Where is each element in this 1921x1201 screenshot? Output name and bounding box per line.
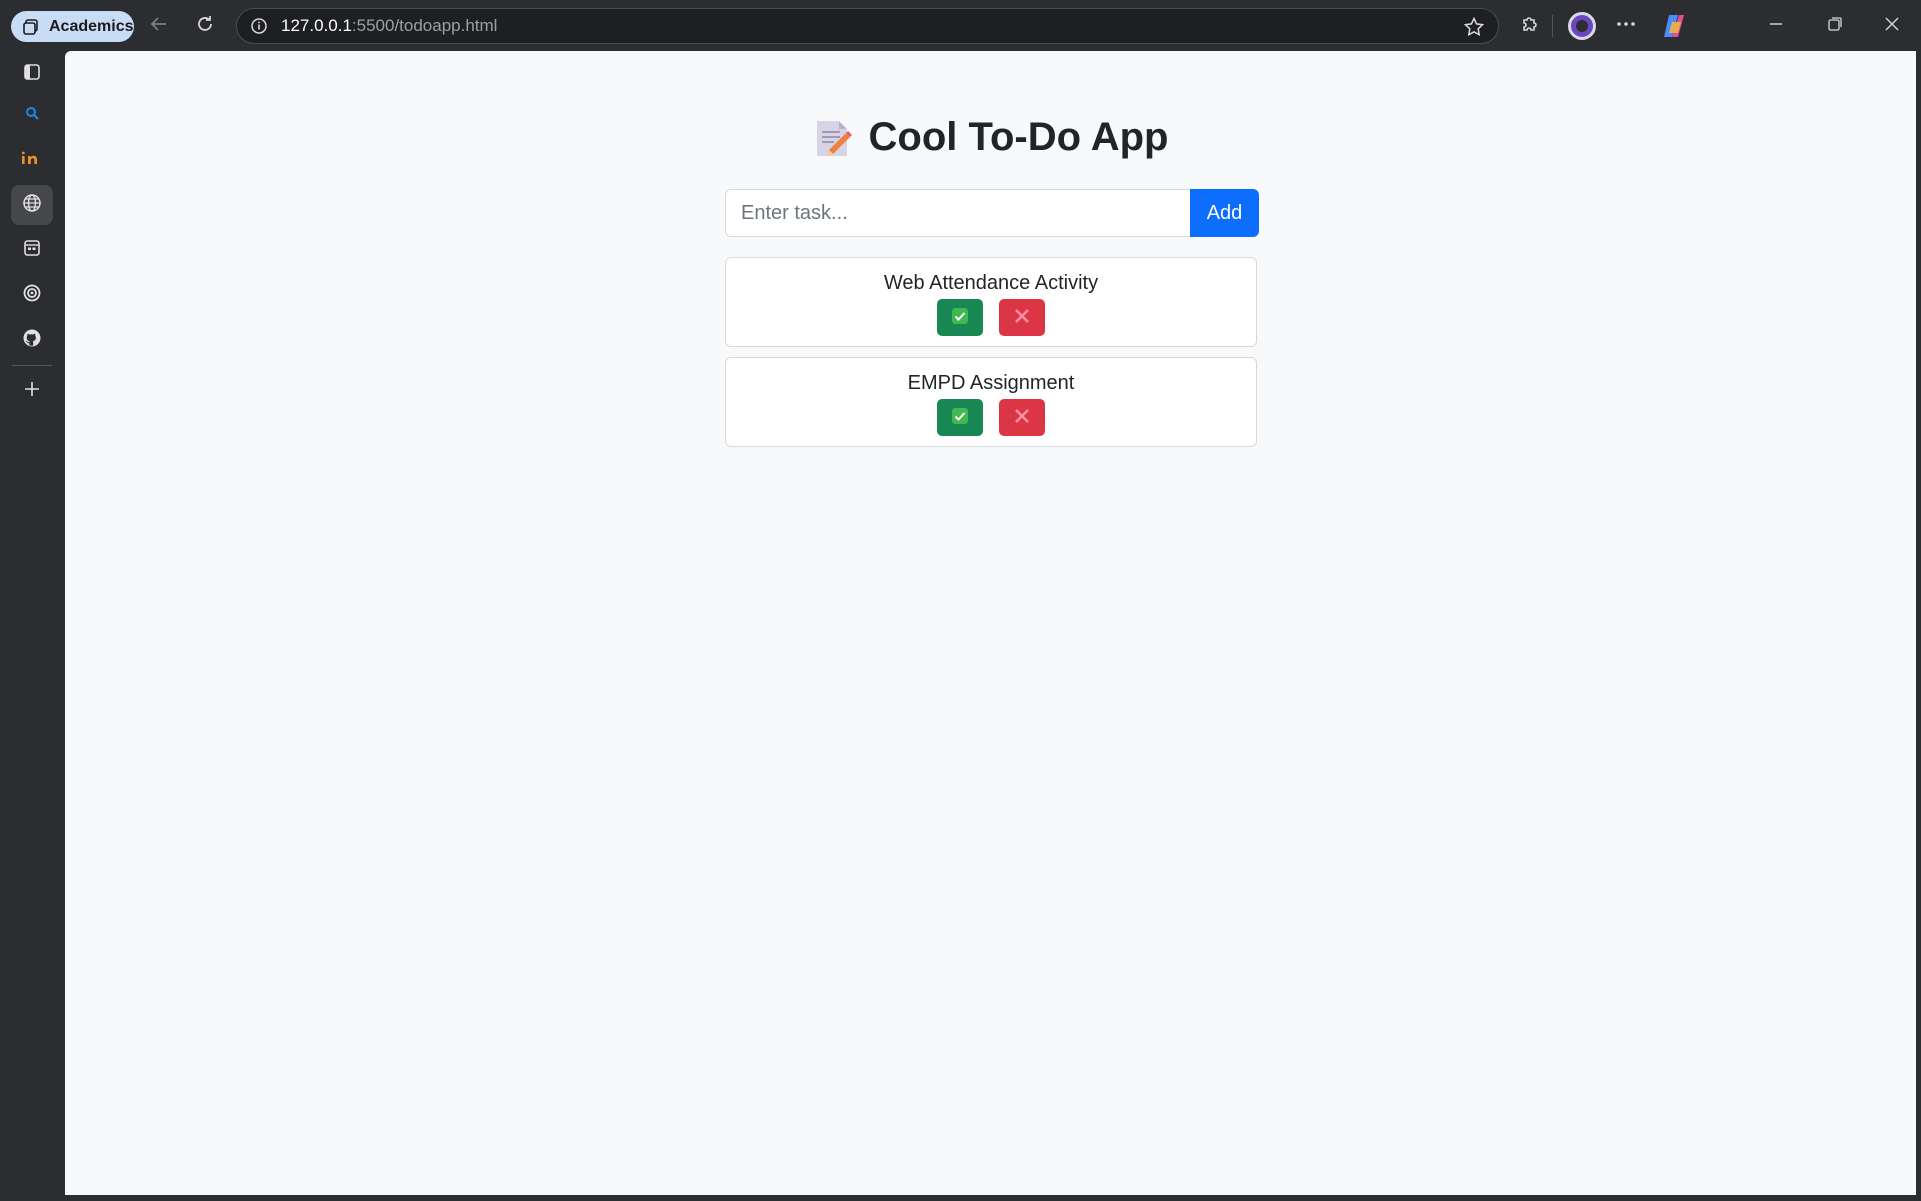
sidebar-item-github[interactable] <box>11 320 53 360</box>
minimize-button[interactable] <box>1758 8 1794 44</box>
delete-task-button[interactable] <box>999 299 1045 336</box>
page-viewport: Cool To-Do App Add Web Attendance Activi… <box>65 51 1916 1195</box>
tab-panel-icon <box>22 62 42 87</box>
more-menu-button[interactable] <box>1608 8 1644 44</box>
add-icon <box>22 379 42 404</box>
restore-button[interactable] <box>1817 8 1853 44</box>
task-actions <box>726 399 1256 436</box>
cross-icon <box>1013 407 1031 428</box>
task-input[interactable] <box>725 189 1190 237</box>
sidebar-item-tab-panel[interactable] <box>11 54 53 94</box>
task-actions <box>726 299 1256 336</box>
close-window-button[interactable] <box>1874 8 1910 44</box>
sidebar-item-web[interactable] <box>11 185 53 225</box>
app-title-text: Cool To-Do App <box>868 115 1169 159</box>
sidebar-item-in[interactable] <box>11 140 53 180</box>
sidebar-item-chatgpt[interactable] <box>11 275 53 315</box>
toolbar-divider <box>1552 15 1553 37</box>
delete-task-button[interactable] <box>999 399 1045 436</box>
browser-sidebar <box>0 51 64 1201</box>
back-arrow-icon <box>148 13 170 40</box>
calendar-icon <box>22 238 42 263</box>
user-avatar[interactable] <box>1568 12 1596 40</box>
task-item: Web Attendance Activity <box>725 257 1257 347</box>
add-task-button[interactable]: Add <box>1190 189 1259 237</box>
reload-icon <box>194 13 216 40</box>
check-icon <box>951 407 969 428</box>
minimize-icon <box>1768 16 1784 37</box>
check-icon <box>951 307 969 328</box>
extensions-button[interactable] <box>1512 8 1548 44</box>
url-text: 127.0.0.1:5500/todoapp.html <box>281 16 497 36</box>
sidebar-item-add[interactable] <box>11 371 53 411</box>
task-item: EMPD Assignment <box>725 357 1257 447</box>
back-button[interactable] <box>141 8 177 44</box>
search-icon <box>24 105 40 126</box>
url-path: :5500/todoapp.html <box>351 16 498 35</box>
sidebar-divider <box>12 365 52 366</box>
page-title: Cool To-Do App <box>65 115 1916 160</box>
avatar-inner <box>1576 20 1588 32</box>
profile-workspace-button[interactable]: Academics <box>11 11 134 42</box>
restore-icon <box>1827 16 1843 37</box>
workspaces-icon <box>21 17 41 37</box>
add-task-form: Add <box>725 189 1259 237</box>
reload-button[interactable] <box>187 8 223 44</box>
github-icon <box>22 328 42 353</box>
ellipsis-icon <box>1615 13 1637 40</box>
url-host: 127.0.0.1 <box>281 16 352 35</box>
complete-task-button[interactable] <box>937 299 983 336</box>
puzzle-icon <box>1519 13 1541 40</box>
sidebar-item-calendar[interactable] <box>11 230 53 270</box>
globe-icon <box>21 192 43 219</box>
copilot-icon[interactable] <box>1660 12 1688 40</box>
brand-in-icon <box>21 150 43 171</box>
browser-toolbar: Academics 127.0.0.1:5500/todoapp.html <box>0 0 1921 51</box>
profile-label: Academics <box>49 17 134 35</box>
close-icon <box>1884 16 1900 37</box>
site-info-icon[interactable] <box>247 14 271 38</box>
task-text: EMPD Assignment <box>907 372 1075 394</box>
address-bar[interactable]: 127.0.0.1:5500/todoapp.html <box>236 8 1499 44</box>
sidebar-item-search[interactable] <box>11 95 53 135</box>
complete-task-button[interactable] <box>937 399 983 436</box>
memo-icon <box>813 117 853 159</box>
openai-icon <box>22 283 42 308</box>
favorite-star-icon[interactable] <box>1462 15 1486 39</box>
task-text: Web Attendance Activity <box>883 272 1099 294</box>
cross-icon <box>1013 307 1031 328</box>
